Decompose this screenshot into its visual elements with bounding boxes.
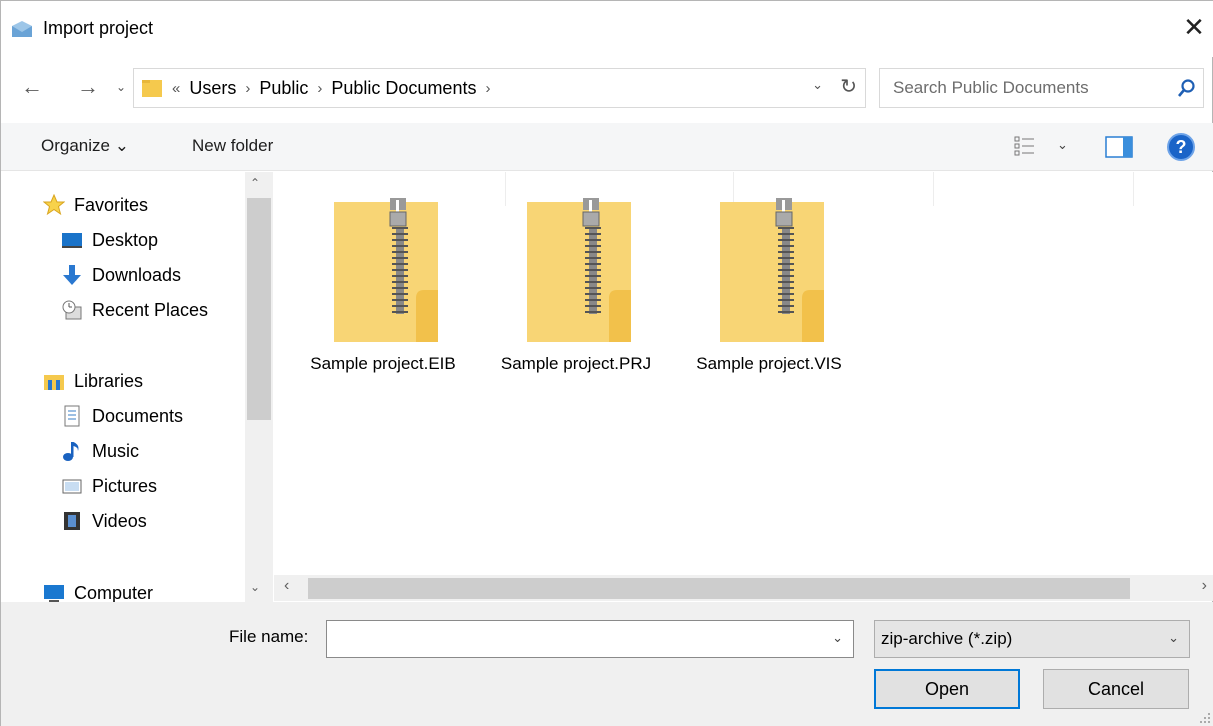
- documents-icon: [64, 405, 80, 427]
- import-envelope-icon: [12, 21, 32, 37]
- computer-icon: [44, 585, 64, 602]
- horizontal-scroll-thumb[interactable]: [308, 578, 1130, 599]
- download-arrow-icon: [63, 265, 81, 285]
- chevron-down-icon[interactable]: ⌄: [832, 630, 843, 646]
- file-item[interactable]: Sample project.EIB: [293, 198, 473, 388]
- file-list-area: Sample project.EIB Sample project.PRJ Sa…: [274, 172, 1213, 575]
- breadcrumb-users[interactable]: Users: [189, 78, 236, 99]
- view-list-icon: [1014, 136, 1034, 156]
- chevron-down-icon[interactable]: ⌄: [250, 580, 260, 594]
- navigation-row: ← → ⌄ « Users › Public › Public Document…: [1, 63, 1213, 113]
- sidebar-item-downloads[interactable]: Downloads: [61, 260, 181, 290]
- new-folder-button[interactable]: New folder: [192, 136, 273, 156]
- horizontal-scrollbar[interactable]: ‹ ›: [274, 575, 1213, 601]
- sidebar-item-recent-places[interactable]: Recent Places: [61, 295, 208, 325]
- sidebar-scroll-thumb[interactable]: [247, 198, 271, 420]
- open-button[interactable]: Open: [874, 669, 1020, 709]
- search-input[interactable]: [881, 70, 1171, 106]
- file-name-combobox: ⌄: [326, 620, 854, 658]
- preview-pane-icon[interactable]: [1104, 134, 1134, 160]
- close-button[interactable]: ✕: [1174, 7, 1213, 47]
- file-type-value: zip-archive (*.zip): [881, 629, 1013, 648]
- folder-icon: [142, 80, 162, 97]
- file-name: Sample project.EIB: [310, 354, 456, 373]
- pictures-icon: [62, 479, 82, 494]
- sidebar-scrollbar[interactable]: ⌃ ⌄: [245, 172, 272, 602]
- change-view-button[interactable]: ⌄: [1014, 135, 1074, 161]
- address-overflow-icon[interactable]: «: [172, 80, 180, 97]
- search-box: [879, 68, 1204, 108]
- help-icon: ?: [1175, 136, 1187, 157]
- file-name: Sample project.VIS: [696, 354, 842, 373]
- breadcrumb-public-documents[interactable]: Public Documents: [331, 78, 476, 99]
- navigation-pane: Favorites Desktop Downloads Recent Place…: [1, 172, 273, 602]
- sidebar-item-computer[interactable]: Computer: [43, 578, 153, 602]
- breadcrumb-separator-icon[interactable]: ›: [317, 80, 322, 97]
- chevron-up-icon[interactable]: ⌃: [250, 176, 260, 190]
- help-button[interactable]: ?: [1167, 133, 1195, 161]
- sidebar-item-label: Desktop: [92, 229, 159, 250]
- sidebar-item-label: Documents: [92, 405, 184, 426]
- chevron-down-icon: ⌄: [1057, 137, 1068, 152]
- file-item[interactable]: Sample project.VIS: [679, 198, 859, 388]
- dialog-footer: File name: ⌄ zip-archive (*.zip) ⌄ Open …: [1, 602, 1213, 726]
- sidebar-item-favorites[interactable]: Favorites: [43, 190, 148, 220]
- zip-folder-icon: [527, 198, 631, 342]
- sidebar-item-label: Recent Places: [92, 299, 209, 320]
- address-dropdown-icon[interactable]: ⌄: [812, 77, 823, 93]
- sidebar-item-pictures[interactable]: Pictures: [61, 471, 157, 501]
- videos-icon: [64, 512, 80, 530]
- command-bar: Organize ⌄ New folder ⌄ ?: [1, 123, 1213, 171]
- sidebar-item-music[interactable]: Music: [61, 436, 139, 466]
- back-button[interactable]: ←: [18, 73, 46, 101]
- file-name-label: File name:: [229, 627, 309, 646]
- sidebar-item-label: Libraries: [74, 370, 144, 391]
- chevron-left-icon[interactable]: ‹: [284, 577, 289, 595]
- sidebar-item-libraries[interactable]: Libraries: [43, 366, 143, 396]
- desktop-icon: [62, 233, 82, 248]
- refresh-icon[interactable]: ↻: [840, 74, 857, 99]
- organize-menu[interactable]: Organize ⌄: [41, 136, 129, 156]
- recent-places-icon: [62, 300, 82, 320]
- file-name-input[interactable]: [327, 621, 817, 657]
- file-name: Sample project.PRJ: [500, 354, 652, 373]
- breadcrumb-separator-icon[interactable]: ›: [485, 80, 490, 97]
- breadcrumb-separator-icon[interactable]: ›: [245, 80, 250, 97]
- zip-folder-icon: [334, 198, 438, 342]
- title-bar: Import project ✕: [1, 1, 1213, 57]
- sidebar-item-label: Downloads: [92, 264, 182, 285]
- sidebar-item-label: Favorites: [74, 194, 149, 215]
- chevron-right-icon[interactable]: ›: [1202, 577, 1207, 595]
- breadcrumb-public[interactable]: Public: [259, 78, 308, 99]
- file-type-select[interactable]: zip-archive (*.zip) ⌄: [874, 620, 1190, 658]
- import-project-dialog: Import project ✕ ← → ⌄ « Users › Public …: [0, 0, 1213, 726]
- sidebar-item-videos[interactable]: Videos: [61, 506, 147, 536]
- star-icon: [43, 194, 65, 216]
- sidebar-item-label: Videos: [92, 510, 147, 531]
- chevron-down-icon: ⌄: [1168, 630, 1179, 645]
- music-note-icon: [63, 442, 79, 461]
- recent-locations-button[interactable]: ⌄: [107, 73, 135, 101]
- window-title: Import project: [43, 18, 154, 38]
- back-arrow-icon: ←: [21, 74, 43, 99]
- cancel-button[interactable]: Cancel: [1043, 669, 1189, 709]
- sidebar-item-documents[interactable]: Documents: [61, 401, 183, 431]
- sidebar-item-desktop[interactable]: Desktop: [61, 225, 158, 255]
- address-bar[interactable]: « Users › Public › Public Documents › ⌄ …: [133, 68, 866, 108]
- zip-folder-icon: [720, 198, 824, 342]
- forward-arrow-icon: →: [77, 74, 99, 99]
- search-icon[interactable]: [1177, 78, 1197, 98]
- sidebar-item-label: Pictures: [92, 475, 158, 496]
- libraries-icon: [44, 375, 64, 390]
- sidebar-item-label: Computer: [74, 582, 154, 603]
- file-item[interactable]: Sample project.PRJ: [486, 198, 666, 388]
- forward-button[interactable]: →: [74, 73, 102, 101]
- chevron-down-icon: ⌄: [115, 80, 127, 94]
- close-icon: ✕: [1183, 11, 1205, 42]
- resize-grip-icon[interactable]: [1199, 712, 1211, 724]
- sidebar-item-label: Music: [92, 440, 140, 461]
